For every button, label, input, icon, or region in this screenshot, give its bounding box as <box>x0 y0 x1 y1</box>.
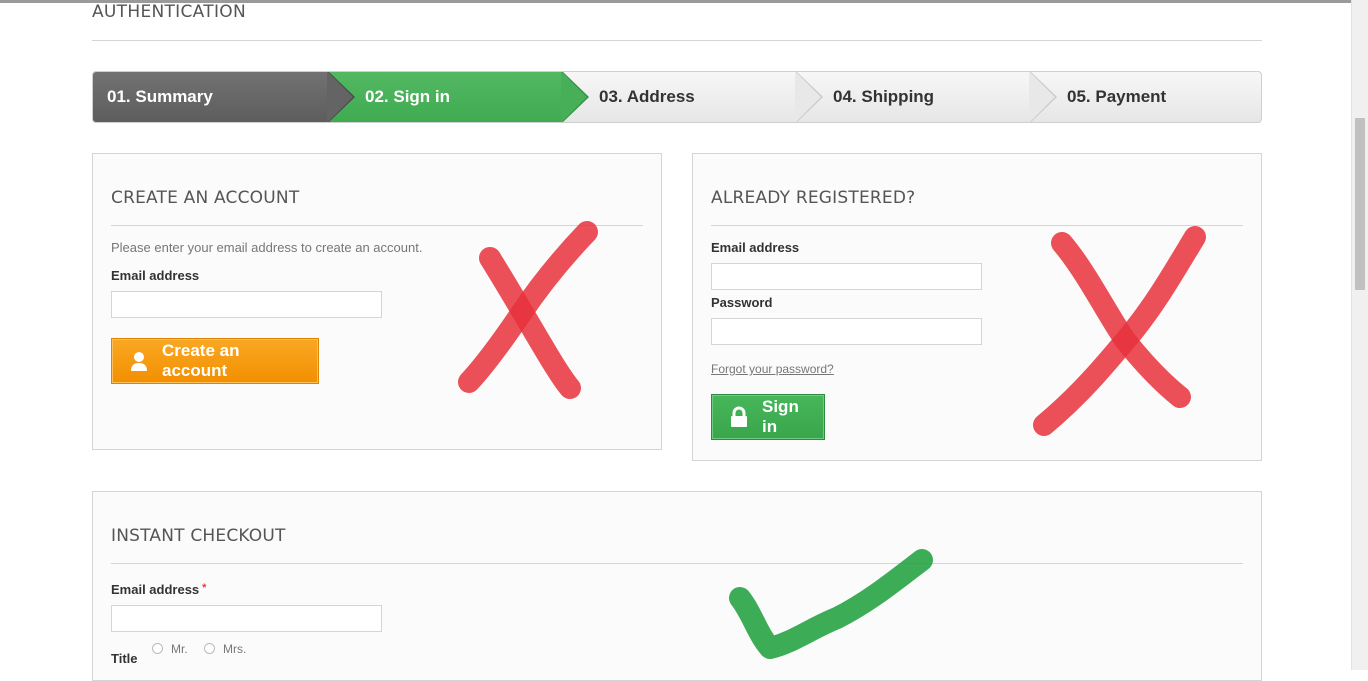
create-email-label: Email address <box>111 268 200 283</box>
create-account-hint: Please enter your email address to creat… <box>111 240 423 255</box>
step-arrow <box>1029 72 1055 122</box>
step-sign-in[interactable]: 02. Sign in <box>327 72 589 122</box>
step-shipping[interactable]: 04. Shipping <box>795 72 1057 122</box>
create-account-title: CREATE AN ACCOUNT <box>111 188 300 208</box>
create-account-button-label: Create an account <box>162 341 240 380</box>
create-account-divider <box>111 225 643 226</box>
required-marker: * <box>202 582 207 594</box>
step-label: 03. Address <box>599 87 695 106</box>
step-label: 04. Shipping <box>833 87 935 106</box>
vertical-scrollbar[interactable] <box>1351 0 1368 670</box>
radio-mr-label: Mr. <box>171 642 188 656</box>
heading-divider <box>92 40 1262 41</box>
create-account-button[interactable]: Create an account <box>111 338 319 384</box>
sign-in-email-input[interactable] <box>711 263 982 290</box>
title-label: Title <box>111 651 138 666</box>
step-summary[interactable]: 01. Summary <box>93 72 355 122</box>
step-address[interactable]: 03. Address <box>561 72 823 122</box>
create-email-input[interactable] <box>111 291 382 318</box>
lock-icon <box>728 406 750 428</box>
step-arrow <box>795 72 821 122</box>
step-arrow <box>327 72 353 122</box>
forgot-password-link[interactable]: Forgot your password? <box>711 362 834 376</box>
step-label: 01. Summary <box>107 87 213 106</box>
password-label: Password <box>711 295 773 310</box>
guest-email-label: Email address * <box>111 582 206 597</box>
radio-mrs-label: Mrs. <box>223 642 247 656</box>
checkout-steps: 01. Summary 02. Sign in 03. Address 04. … <box>92 71 1262 123</box>
sign-in-panel: ALREADY REGISTERED? Email address Passwo… <box>692 153 1262 461</box>
guest-email-input[interactable] <box>111 605 382 632</box>
radio-mr[interactable] <box>152 643 163 654</box>
step-label: 02. Sign in <box>365 87 451 106</box>
create-account-panel: CREATE AN ACCOUNT Please enter your emai… <box>92 153 662 450</box>
sign-in-button-label: Sign in <box>762 397 799 436</box>
sign-in-divider <box>711 225 1243 226</box>
password-input[interactable] <box>711 318 982 345</box>
user-icon <box>128 350 150 372</box>
guest-email-label-text: Email address <box>111 582 200 597</box>
radio-mrs[interactable] <box>204 643 215 654</box>
step-arrow <box>561 72 587 122</box>
instant-checkout-panel: INSTANT CHECKOUT Email address * Title Mr… <box>92 491 1262 681</box>
sign-in-button[interactable]: Sign in <box>711 394 825 440</box>
step-payment[interactable]: 05. Payment <box>1029 72 1261 122</box>
page-title: AUTHENTICATION <box>92 2 246 22</box>
instant-checkout-divider <box>111 563 1243 564</box>
sign-in-title: ALREADY REGISTERED? <box>711 188 916 208</box>
instant-checkout-title: INSTANT CHECKOUT <box>111 526 286 546</box>
sign-in-email-label: Email address <box>711 240 800 255</box>
step-label: 05. Payment <box>1067 87 1167 106</box>
scrollbar-thumb[interactable] <box>1355 118 1365 290</box>
